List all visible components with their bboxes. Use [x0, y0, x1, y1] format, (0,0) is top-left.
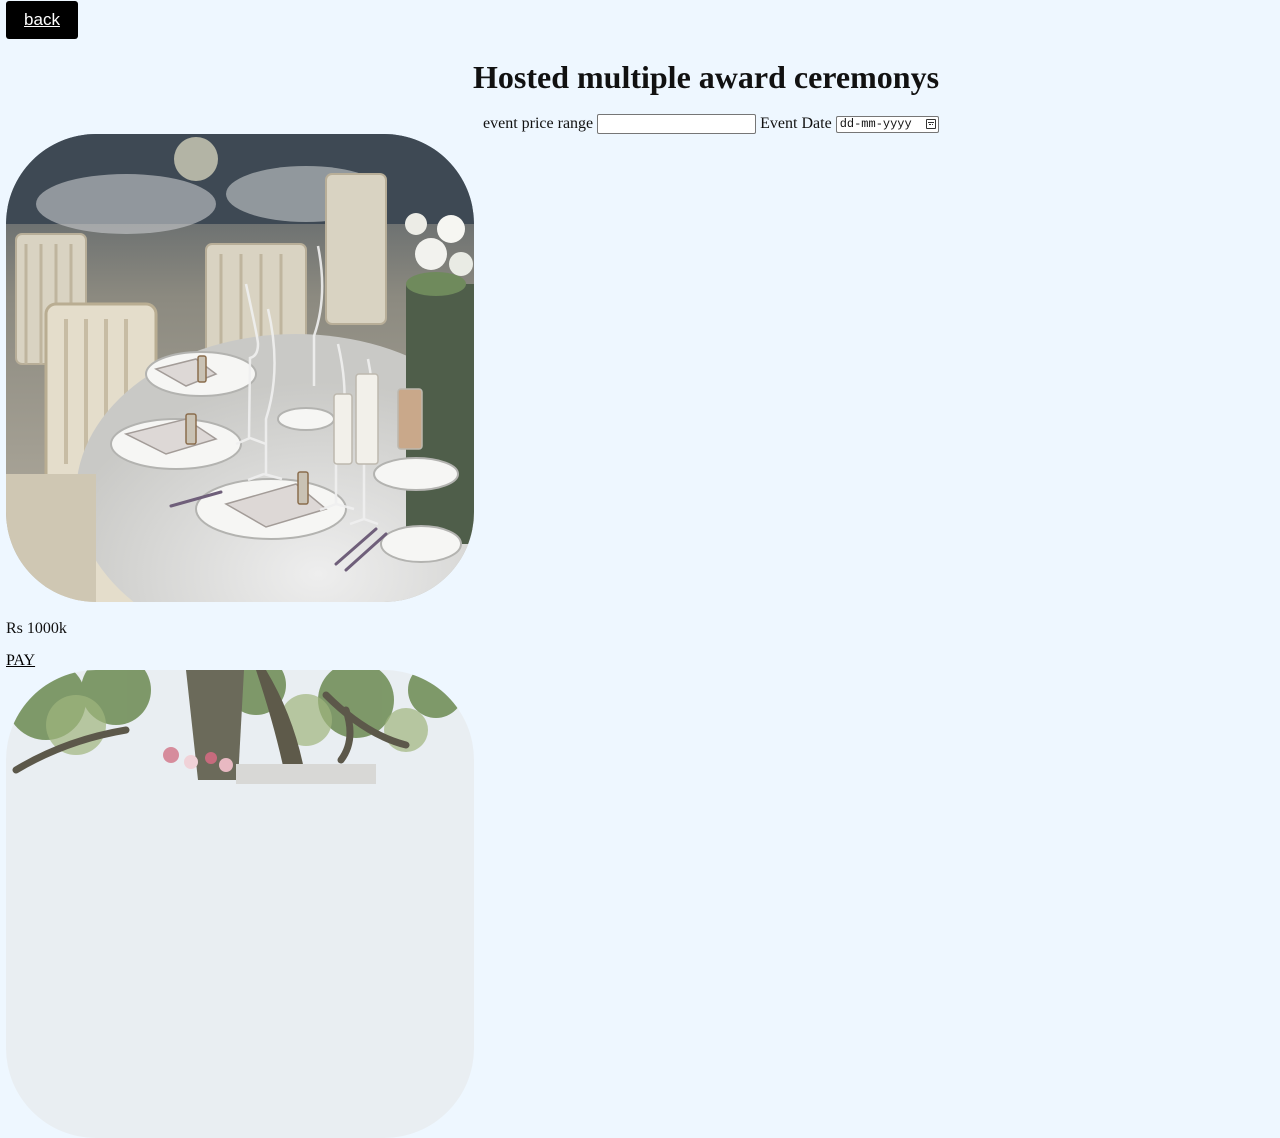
price-range-input[interactable] [597, 114, 757, 134]
event-date-input[interactable]: dd-mm-yyyy [835, 115, 939, 133]
event-date-label: Event Date [760, 115, 832, 132]
calendar-icon[interactable] [925, 119, 936, 129]
event-photo [6, 134, 474, 602]
pay-link[interactable]: PAY [6, 651, 35, 671]
event-price: Rs 1000k [6, 620, 67, 637]
filter-bar: event price range Event Date dd-mm-yyyy [483, 113, 939, 135]
event-photo [6, 670, 474, 1138]
back-button[interactable]: back [6, 1, 78, 39]
price-range-label: event price range [483, 115, 594, 132]
date-placeholder: dd-mm-yyyy [839, 117, 912, 131]
page-title: Hosted multiple award ceremonys [472, 59, 940, 95]
